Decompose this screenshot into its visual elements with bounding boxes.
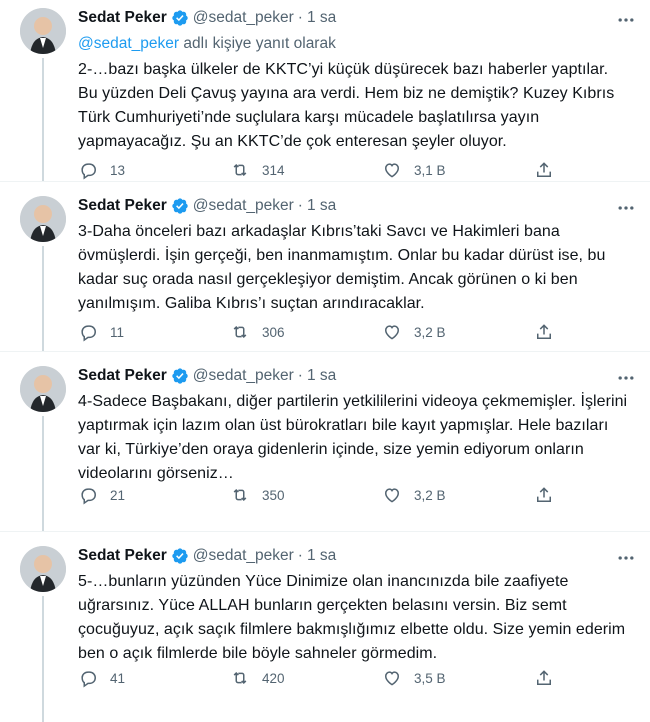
like-count: 3,5 B <box>414 670 446 686</box>
heart-icon <box>384 163 400 178</box>
reply-count: 13 <box>110 162 126 178</box>
more-options-icon[interactable] <box>616 10 636 30</box>
share-icon <box>537 324 551 339</box>
like-count: 3,2 B <box>414 487 446 503</box>
reply-button[interactable]: 13 <box>78 160 178 180</box>
tweet-header: Sedat Peker @sedat_peker · 1 sa <box>78 6 634 30</box>
avatar[interactable] <box>20 546 66 592</box>
handle[interactable]: @sedat_peker <box>193 9 294 27</box>
avatar[interactable] <box>20 366 66 412</box>
tweet-actions: 41 420 3,5 B <box>78 668 558 688</box>
reply-button[interactable]: 21 <box>78 485 178 505</box>
separator-dot: · <box>297 9 303 26</box>
retweet-icon <box>233 325 247 339</box>
retweet-button[interactable]: 350 <box>230 485 330 505</box>
share-icon <box>537 487 551 502</box>
avatar[interactable] <box>20 8 66 54</box>
reply-button[interactable]: 11 <box>78 322 178 342</box>
heart-icon <box>384 325 400 340</box>
heart-icon <box>384 671 400 686</box>
share-button[interactable] <box>534 160 558 180</box>
more-options-icon[interactable] <box>616 368 636 388</box>
retweet-count: 306 <box>262 324 285 340</box>
display-name[interactable]: Sedat Peker <box>78 197 167 215</box>
retweet-count: 314 <box>262 162 285 178</box>
retweet-icon <box>233 671 247 685</box>
share-icon <box>537 670 551 685</box>
verified-badge-icon <box>171 9 189 27</box>
like-button[interactable]: 3,2 B <box>382 485 482 505</box>
handle[interactable]: @sedat_peker <box>193 547 294 565</box>
reply-context: @sedat_peker adlı kişiye yanıt olarak <box>78 32 632 56</box>
tweet-header: Sedat Peker @sedat_peker · 1 sa <box>78 194 634 218</box>
tweet-actions: 13 314 3,1 B <box>78 160 558 180</box>
thread-line <box>42 596 44 722</box>
timestamp[interactable]: 1 sa <box>307 367 336 385</box>
avatar[interactable] <box>20 196 66 242</box>
retweet-button[interactable]: 420 <box>230 668 330 688</box>
tweet[interactable]: Sedat Peker @sedat_peker · 1 sa 4-Sadece… <box>0 352 650 532</box>
reply-icon <box>81 325 97 342</box>
retweet-count: 420 <box>262 670 285 686</box>
tweet-actions: 11 306 3,2 B <box>78 322 558 342</box>
verified-badge-icon <box>171 367 189 385</box>
tweet-actions: 21 350 3,2 B <box>78 485 558 505</box>
timestamp[interactable]: 1 sa <box>307 547 336 565</box>
retweet-icon <box>233 163 247 177</box>
tweet-text: 3-Daha önceleri bazı arkadaşlar Kıbrıs’t… <box>78 223 606 312</box>
thread-line <box>42 246 44 351</box>
like-count: 3,2 B <box>414 324 446 340</box>
tweet[interactable]: Sedat Peker @sedat_peker · 1 sa 3-Daha ö… <box>0 182 650 352</box>
more-options-icon[interactable] <box>616 198 636 218</box>
timestamp[interactable]: 1 sa <box>307 9 336 27</box>
share-button[interactable] <box>534 668 558 688</box>
retweet-button[interactable]: 314 <box>230 160 330 180</box>
reply-icon <box>81 163 97 180</box>
separator-dot: · <box>297 367 303 384</box>
verified-badge-icon <box>171 197 189 215</box>
tweet-text: 4-Sadece Başbakanı, diğer partilerin yet… <box>78 393 628 482</box>
tweet-text: 5-…bunların yüzünden Yüce Dinimize olan … <box>78 573 626 662</box>
thread-line <box>42 58 44 181</box>
like-button[interactable]: 3,2 B <box>382 322 482 342</box>
tweet-header: Sedat Peker @sedat_peker · 1 sa <box>78 364 634 388</box>
like-button[interactable]: 3,1 B <box>382 160 482 180</box>
tweet[interactable]: Sedat Peker @sedat_peker · 1 sa 5-…bunla… <box>0 532 650 722</box>
timestamp[interactable]: 1 sa <box>307 197 336 215</box>
share-icon <box>537 162 551 177</box>
reply-icon <box>81 671 97 688</box>
more-options-icon[interactable] <box>616 548 636 568</box>
like-count: 3,1 B <box>414 162 446 178</box>
reply-context-text: adlı kişiye yanıt olarak <box>179 35 336 52</box>
handle[interactable]: @sedat_peker <box>193 197 294 215</box>
reply-icon <box>81 488 97 505</box>
display-name[interactable]: Sedat Peker <box>78 367 167 385</box>
verified-badge-icon <box>171 547 189 565</box>
share-button[interactable] <box>534 322 558 342</box>
reply-count: 41 <box>110 670 126 686</box>
reply-to-link[interactable]: @sedat_peker <box>78 35 179 52</box>
retweet-button[interactable]: 306 <box>230 322 330 342</box>
reply-button[interactable]: 41 <box>78 668 178 688</box>
tweet-text: 2-…bazı başka ülkeler de KKTC’yi küçük d… <box>78 61 615 150</box>
display-name[interactable]: Sedat Peker <box>78 547 167 565</box>
heart-icon <box>384 488 400 503</box>
thread-line <box>42 416 44 531</box>
tweet-header: Sedat Peker @sedat_peker · 1 sa <box>78 544 634 568</box>
separator-dot: · <box>297 197 303 214</box>
retweet-icon <box>233 488 247 502</box>
handle[interactable]: @sedat_peker <box>193 367 294 385</box>
share-button[interactable] <box>534 485 558 505</box>
reply-count: 11 <box>110 324 125 340</box>
display-name[interactable]: Sedat Peker <box>78 9 167 27</box>
like-button[interactable]: 3,5 B <box>382 668 482 688</box>
reply-count: 21 <box>110 487 126 503</box>
retweet-count: 350 <box>262 487 285 503</box>
separator-dot: · <box>297 547 303 564</box>
tweet[interactable]: Sedat Peker @sedat_peker · 1 sa @sedat_p… <box>0 0 650 182</box>
